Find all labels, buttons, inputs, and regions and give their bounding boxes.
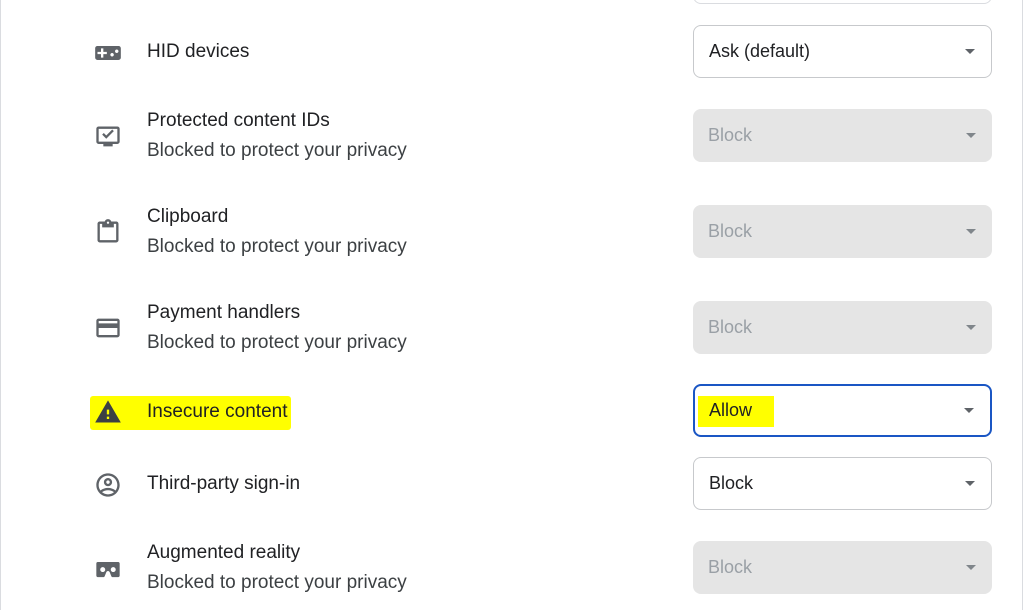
setting-title: Augmented reality — [147, 542, 301, 563]
account-circle-icon — [92, 469, 124, 501]
dropdown-arrow-icon — [966, 564, 976, 570]
select-value: Allow — [709, 400, 753, 420]
select-value: Block — [708, 125, 753, 145]
clipboard-select: Block — [693, 205, 992, 258]
dropdown-arrow-icon — [966, 324, 976, 330]
warning-icon — [92, 396, 124, 428]
monitor-check-icon — [92, 121, 124, 153]
gamepad-icon — [92, 37, 124, 69]
hid-devices-select[interactable]: Ask (default) — [693, 25, 992, 78]
site-settings-page: HID devices Ask (default) Protected cont… — [0, 0, 1023, 610]
dropdown-arrow-icon — [964, 407, 974, 413]
select-value: Block — [708, 557, 753, 577]
clipboard-icon — [92, 216, 124, 248]
setting-subtitle: Blocked to protect your privacy — [147, 236, 407, 257]
dropdown-arrow-icon — [965, 480, 975, 486]
select-value: Block — [709, 473, 754, 493]
vr-headset-icon — [92, 553, 124, 585]
previous-setting-select[interactable] — [693, 0, 992, 4]
payment-handlers-select: Block — [693, 301, 992, 354]
setting-title: Insecure content — [147, 401, 288, 422]
select-value: Ask (default) — [709, 41, 811, 61]
select-value: Block — [708, 317, 753, 337]
dropdown-arrow-icon — [966, 228, 976, 234]
protected-content-select: Block — [693, 109, 992, 162]
select-value: Block — [708, 221, 753, 241]
insecure-content-select[interactable]: Allow — [693, 384, 992, 437]
setting-title: Protected content IDs — [147, 110, 330, 131]
dropdown-arrow-icon — [965, 48, 975, 54]
dropdown-arrow-icon — [966, 132, 976, 138]
setting-subtitle: Blocked to protect your privacy — [147, 140, 407, 161]
credit-card-icon — [92, 312, 124, 344]
third-party-sign-in-select[interactable]: Block — [693, 457, 992, 510]
setting-title: Payment handlers — [147, 302, 301, 323]
setting-title: Third-party sign-in — [147, 473, 301, 494]
setting-title: HID devices — [147, 41, 250, 62]
setting-title: Clipboard — [147, 206, 229, 227]
augmented-reality-select: Block — [693, 541, 992, 594]
setting-subtitle: Blocked to protect your privacy — [147, 332, 407, 353]
setting-subtitle: Blocked to protect your privacy — [147, 572, 407, 593]
